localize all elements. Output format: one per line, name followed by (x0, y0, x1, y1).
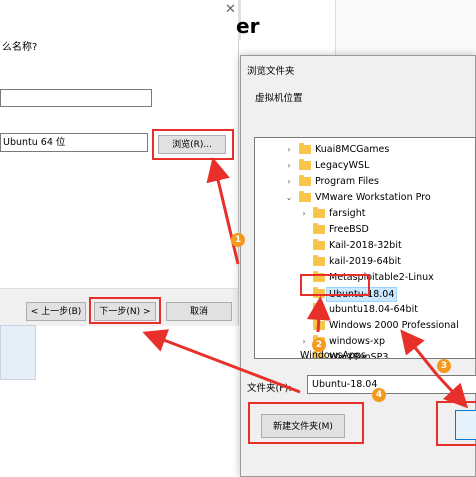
arrow-2 (306, 296, 331, 333)
arrow-4 (142, 329, 301, 394)
step-badge-3: 3 (437, 359, 451, 373)
step-badge-1: 1 (231, 233, 245, 247)
arrow-1 (206, 157, 240, 265)
step-badge-2: 2 (312, 338, 326, 352)
arrow-3-lower (436, 374, 469, 409)
arrow-3-upper (400, 329, 440, 377)
step-badge-4: 4 (372, 388, 386, 402)
